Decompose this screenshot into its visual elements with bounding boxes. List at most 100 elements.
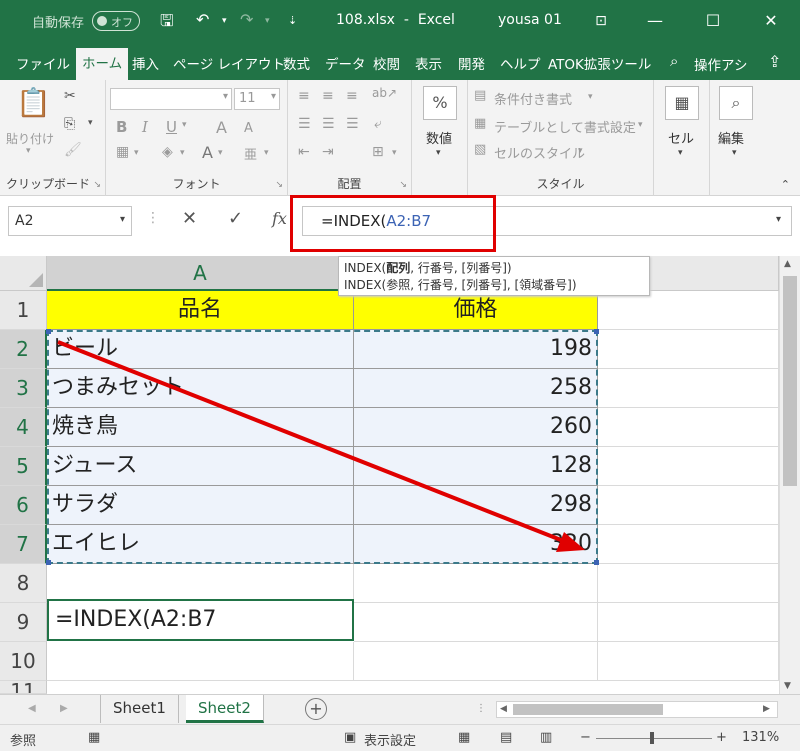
format-painter-icon[interactable]: 🖌 xyxy=(64,142,82,158)
save-icon[interactable]: 🖫 xyxy=(160,10,174,37)
add-sheet-icon[interactable]: + xyxy=(305,698,327,720)
format-as-table-button[interactable]: テーブルとして書式設定 xyxy=(494,117,636,136)
cell-b10[interactable] xyxy=(354,642,598,681)
tab-page-layout[interactable]: ページ レイアウト xyxy=(173,53,285,73)
phonetic-icon[interactable]: 亜 xyxy=(244,144,257,163)
row-header-11[interactable]: 11 xyxy=(0,681,47,694)
phonetic-dropdown-icon[interactable]: ▾ xyxy=(264,148,269,158)
editing-button[interactable]: ⌕ xyxy=(718,86,754,120)
collapse-ribbon-icon[interactable]: ⌃ xyxy=(781,178,790,191)
name-box-dropdown-icon[interactable]: ▾ xyxy=(120,214,125,225)
number-dropdown-icon[interactable]: ▾ xyxy=(436,148,441,158)
tab-help[interactable]: ヘルプ xyxy=(500,53,541,73)
bold-button[interactable]: B xyxy=(116,118,127,136)
tab-atok[interactable]: ATOK拡張ツール xyxy=(548,53,651,73)
cell-styles-dropdown-icon[interactable]: ▾ xyxy=(578,146,583,156)
underline-button[interactable]: U xyxy=(166,118,177,136)
ribbon-display-options-icon[interactable]: ⊡ xyxy=(586,8,616,34)
format-as-table-icon[interactable]: ▦ xyxy=(474,116,486,131)
cell-c2[interactable] xyxy=(598,330,779,369)
row-header-7[interactable]: 7 xyxy=(0,525,47,564)
cell-styles-icon[interactable]: ▧ xyxy=(474,142,486,157)
cancel-button[interactable]: ✕ xyxy=(182,208,197,229)
user-name[interactable]: yousa 01 xyxy=(498,12,562,28)
cells-button[interactable]: ▦ xyxy=(664,86,700,120)
underline-dropdown-icon[interactable]: ▾ xyxy=(182,120,187,130)
fill-color-icon[interactable]: ◈ xyxy=(162,144,173,160)
display-settings-icon[interactable]: ▣ xyxy=(344,730,356,745)
align-center-icon[interactable]: ☰ xyxy=(322,116,335,132)
horizontal-scrollbar[interactable]: ◀ ▶ xyxy=(496,701,778,718)
row-header-3[interactable]: 3 xyxy=(0,369,47,408)
zoom-level[interactable]: 131% xyxy=(742,730,779,745)
conditional-format-button[interactable]: 条件付き書式 xyxy=(494,89,572,108)
cell-c3[interactable] xyxy=(598,369,779,408)
zoom-slider-track[interactable] xyxy=(596,738,712,739)
row-header-6[interactable]: 6 xyxy=(0,486,47,525)
conditional-format-icon[interactable]: ▤ xyxy=(474,88,486,103)
shrink-font-button[interactable]: A xyxy=(244,121,253,136)
function-tooltip[interactable]: INDEX(配列, 行番号, [列番号]) INDEX(参照, 行番号, [列番… xyxy=(338,256,650,296)
undo-dropdown-icon[interactable]: ▾ xyxy=(222,16,227,26)
tab-view[interactable]: 表示 xyxy=(415,53,442,73)
autosave-toggle[interactable]: オフ xyxy=(92,11,140,31)
page-layout-view-icon[interactable]: ▤ xyxy=(500,730,512,745)
align-left-icon[interactable]: ☰ xyxy=(298,116,311,132)
row-header-10[interactable]: 10 xyxy=(0,642,47,681)
wrap-text-icon[interactable]: ⤶ xyxy=(374,116,382,132)
normal-view-icon[interactable]: ▦ xyxy=(458,730,470,745)
borders-icon[interactable]: ▦ xyxy=(116,144,129,160)
sheet-tab-sheet1[interactable]: Sheet1 xyxy=(100,695,179,723)
cell-c9[interactable] xyxy=(598,603,779,642)
column-header-a[interactable]: A xyxy=(47,256,354,291)
editing-label[interactable]: 編集 xyxy=(718,128,744,147)
orientation-icon[interactable]: ab↗ xyxy=(372,86,397,100)
paste-icon[interactable]: 📋 xyxy=(16,86,51,119)
vertical-scrollbar[interactable]: ▲ ▼ xyxy=(779,256,800,694)
cell-c7[interactable] xyxy=(598,525,779,564)
cell-b5[interactable]: 128 xyxy=(354,447,598,486)
paste-button-label[interactable]: 貼り付け xyxy=(6,130,54,147)
editing-dropdown-icon[interactable]: ▾ xyxy=(732,148,737,158)
sheet-tab-sheet2[interactable]: Sheet2 xyxy=(186,695,264,723)
active-cell-a9[interactable]: =INDEX(A2:B7 xyxy=(47,599,354,641)
row-header-2[interactable]: 2 xyxy=(0,330,47,369)
cell-a1[interactable]: 品名 xyxy=(47,291,354,330)
scroll-down-icon[interactable]: ▼ xyxy=(784,681,791,691)
font-color-dropdown-icon[interactable]: ▾ xyxy=(218,148,223,158)
number-label[interactable]: 数値 xyxy=(426,128,452,147)
scroll-right-icon[interactable]: ▶ xyxy=(763,704,770,714)
display-settings-button[interactable]: 表示設定 xyxy=(364,730,416,749)
font-size-combo[interactable]: 11 ▾ xyxy=(234,88,280,110)
conditional-format-dropdown-icon[interactable]: ▾ xyxy=(588,92,593,102)
cell-a5[interactable]: ジュース xyxy=(47,447,354,486)
tab-developer[interactable]: 開発 xyxy=(458,53,485,73)
copy-icon[interactable]: ⎘ xyxy=(64,116,75,132)
maximize-icon[interactable]: ☐ xyxy=(698,8,728,34)
minimize-icon[interactable]: — xyxy=(640,8,670,34)
tab-review[interactable]: 校閲 xyxy=(373,53,400,73)
enter-button[interactable]: ✓ xyxy=(228,208,243,229)
cell-b2[interactable]: 198 xyxy=(354,330,598,369)
search-icon[interactable]: ⌕ xyxy=(670,52,678,70)
align-top-icon[interactable]: ≡ xyxy=(298,88,310,104)
font-color-icon[interactable]: A xyxy=(202,143,213,162)
row-header-8[interactable]: 8 xyxy=(0,564,47,603)
scroll-left-icon[interactable]: ◀ xyxy=(500,704,507,714)
cell-a2[interactable]: ビール xyxy=(47,330,354,369)
name-box[interactable]: A2 ▾ xyxy=(8,206,132,236)
font-launcher-icon[interactable]: ↘ xyxy=(275,180,283,190)
tooltip-syntax-array[interactable]: INDEX(配列, 行番号, [列番号]) xyxy=(344,260,644,277)
expand-formula-bar-icon[interactable]: ▾ xyxy=(776,214,781,225)
cell-c6[interactable] xyxy=(598,486,779,525)
cell-c8[interactable] xyxy=(598,564,779,603)
cut-icon[interactable]: ✂ xyxy=(64,88,76,104)
increase-indent-icon[interactable]: ⇥ xyxy=(322,144,334,160)
zoom-in-icon[interactable]: + xyxy=(716,730,727,745)
cell-a4[interactable]: 焼き鳥 xyxy=(47,408,354,447)
redo-icon[interactable]: ↷ xyxy=(240,10,253,29)
cell-a10[interactable] xyxy=(47,642,354,681)
undo-icon[interactable]: ↶ xyxy=(196,10,209,29)
tab-split-grip[interactable]: ⋮ xyxy=(476,703,486,714)
font-name-combo[interactable]: ▾ xyxy=(110,88,232,110)
